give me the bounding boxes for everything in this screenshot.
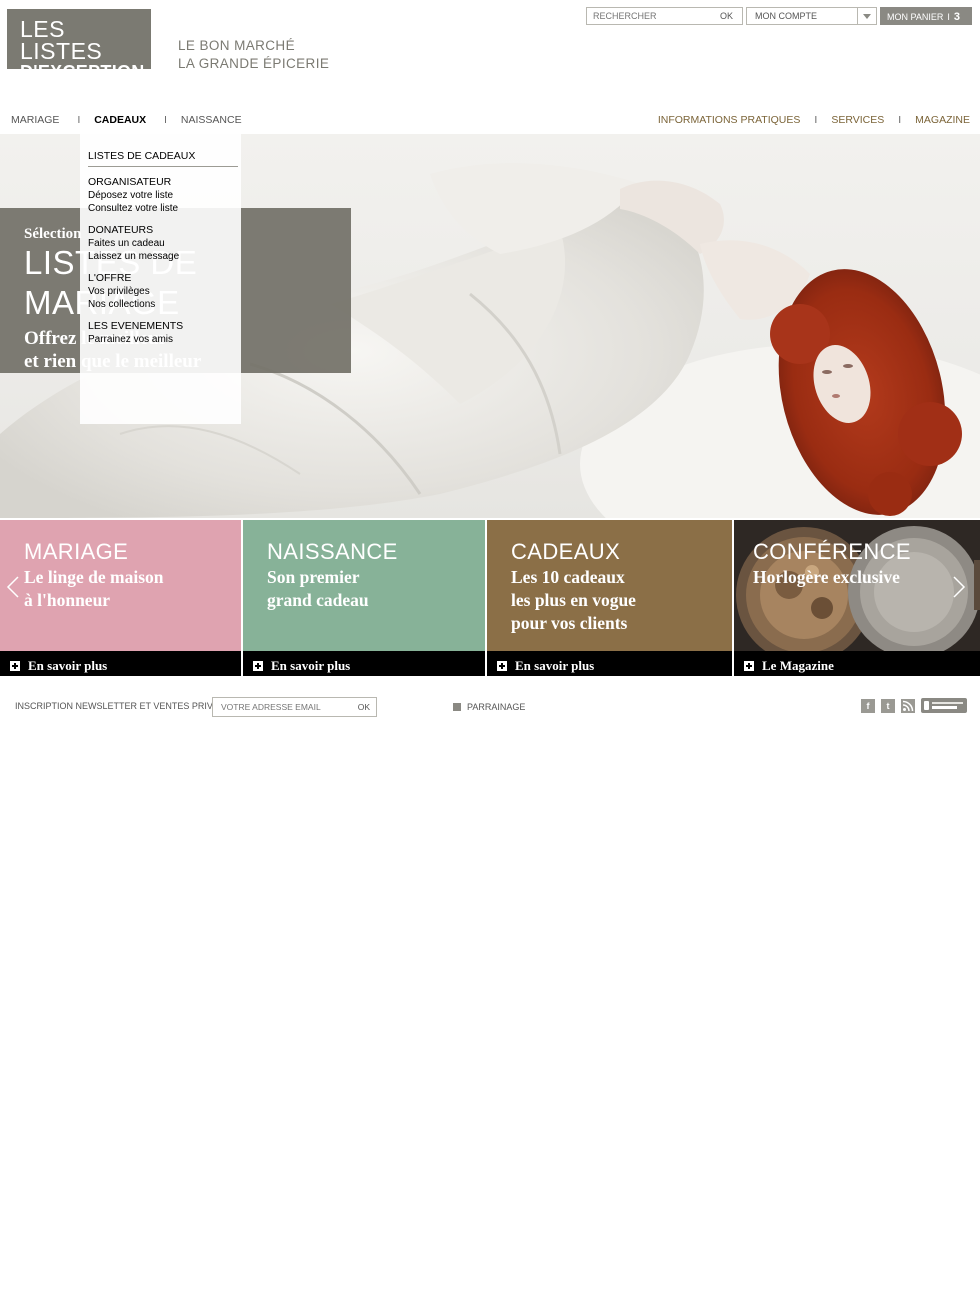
chevron-left-icon[interactable] [6, 576, 20, 598]
tile-sub-line: Son premier [267, 567, 360, 587]
tile-sub-line: les plus en vogue [511, 590, 636, 610]
logo-line1: LES LISTES [20, 16, 103, 64]
dropdown-link-parrainez[interactable]: Parrainez vos amis [88, 333, 241, 346]
cadeaux-dropdown-menu: LISTES DE CADEAUX ORGANISATEUR Déposez v… [80, 134, 241, 424]
nav-separator: I [77, 114, 81, 126]
tile-conference[interactable]: CONFÉRENCE Horlogère exclusive Le Magazi… [734, 520, 980, 676]
newsletter-label: INSCRIPTION NEWSLETTER ET VENTES PRIVÉES [15, 701, 231, 711]
dropdown-group-evenements: LES EVENEMENTS Parrainez vos amis [88, 320, 241, 346]
store-names: LE BON MARCHÉ LA GRANDE ÉPICERIE [178, 37, 329, 73]
tile-title: CADEAUX [511, 539, 621, 564]
parrainage-link[interactable]: PARRAINAGE [453, 702, 525, 712]
chevron-right-icon[interactable] [952, 576, 966, 598]
dropdown-link-privileges[interactable]: Vos privilèges [88, 285, 241, 298]
dropdown-group-title[interactable]: DONATEURS [88, 224, 241, 237]
dropdown-link-consultez[interactable]: Consultez votre liste [88, 202, 241, 215]
tile-cadeaux[interactable]: CADEAUX Les 10 cadeaux les plus en vogue… [487, 520, 732, 676]
dropdown-head-listes-de-cadeaux[interactable]: LISTES DE CADEAUX [88, 150, 238, 167]
store-name-bon-marche[interactable]: LE BON MARCHÉ [178, 37, 329, 55]
dropdown-link-deposez[interactable]: Déposez votre liste [88, 189, 241, 202]
dropdown-group-offre: L'OFFRE Vos privilèges Nos collections [88, 272, 241, 311]
main-nav-left: MARIAGE I CADEAUX I NAISSANCE [11, 114, 242, 126]
dropdown-group-title[interactable]: L'OFFRE [88, 272, 241, 285]
facebook-icon[interactable]: f [861, 698, 875, 713]
store-name-grande-epicerie[interactable]: LA GRANDE ÉPICERIE [178, 55, 329, 73]
nav-item-magazine[interactable]: MAGAZINE [915, 114, 970, 126]
twitter-icon[interactable]: t [881, 698, 895, 713]
social-links: f t [855, 698, 967, 713]
search-ok-button[interactable]: OK [720, 11, 733, 21]
dropdown-link-faites-un-cadeau[interactable]: Faites un cadeau [88, 237, 241, 250]
tile-body: CONFÉRENCE Horlogère exclusive [734, 520, 980, 651]
site-logo[interactable]: LES LISTES D'EXCEPTION [7, 9, 151, 82]
plus-icon [497, 660, 507, 671]
tile-sub-line: Le linge de maison [24, 567, 164, 587]
dropdown-group-title[interactable]: LES EVENEMENTS [88, 320, 241, 333]
tile-sub-line: à l'honneur [24, 590, 111, 610]
search-input[interactable] [587, 8, 707, 24]
chevron-down-icon[interactable] [857, 8, 876, 24]
dropdown-group-title[interactable]: ORGANISATEUR [88, 176, 241, 189]
tile-link-en-savoir-plus[interactable]: En savoir plus [487, 651, 732, 676]
tile-link-label: En savoir plus [271, 657, 351, 673]
dropdown-link-collections[interactable]: Nos collections [88, 298, 241, 311]
nav-item-services[interactable]: SERVICES [831, 114, 884, 126]
feature-tiles: MARIAGE Le linge de maison à l'honneur E… [0, 520, 980, 676]
cart-label: MON PANIER [887, 12, 944, 22]
tile-title: MARIAGE [24, 539, 129, 564]
tile-title: CONFÉRENCE [753, 539, 912, 564]
plus-icon [253, 660, 263, 671]
tile-link-en-savoir-plus[interactable]: En savoir plus [0, 651, 241, 676]
parrainage-label: PARRAINAGE [467, 702, 526, 712]
tile-link-label: Le Magazine [762, 657, 834, 673]
plus-icon [10, 660, 20, 671]
account-label: MON COMPTE [755, 11, 817, 21]
tile-body: MARIAGE Le linge de maison à l'honneur [0, 520, 241, 651]
nav-item-naissance[interactable]: NAISSANCE [181, 114, 242, 126]
tile-link-label: En savoir plus [28, 657, 108, 673]
tile-link-label: En savoir plus [515, 657, 595, 673]
nav-separator: I [814, 114, 818, 126]
nav-item-cadeaux[interactable]: CADEAUX [94, 114, 146, 126]
rss-icon[interactable] [901, 698, 915, 713]
cart-count: 3 [953, 11, 960, 23]
tile-link-le-magazine[interactable]: Le Magazine [734, 651, 980, 676]
app-store-badge[interactable] [921, 698, 967, 713]
newsletter-form: OK [212, 697, 377, 717]
logo-line2: D'EXCEPTION [20, 62, 145, 82]
dropdown-group-organisateur: ORGANISATEUR Déposez votre liste Consult… [88, 176, 241, 215]
footer-bar: INSCRIPTION NEWSLETTER ET VENTES PRIVÉES… [0, 694, 980, 724]
nav-item-mariage[interactable]: MARIAGE [11, 114, 59, 126]
tile-naissance[interactable]: NAISSANCE Son premier grand cadeau En sa… [243, 520, 485, 676]
tile-sub-line: pour vos clients [511, 613, 628, 633]
nav-separator: I [164, 114, 167, 126]
nav-item-informations-pratiques[interactable]: INFORMATIONS PRATIQUES [658, 114, 801, 126]
search-box: OK [586, 7, 743, 25]
tile-sub-line: grand cadeau [267, 590, 369, 610]
nav-separator: I [898, 114, 902, 126]
tile-mariage[interactable]: MARIAGE Le linge de maison à l'honneur E… [0, 520, 241, 676]
dropdown-link-laissez-un-message[interactable]: Laissez un message [88, 250, 241, 263]
cart-separator: I [947, 12, 950, 22]
tile-title: NAISSANCE [267, 539, 398, 564]
plus-icon [744, 660, 754, 671]
square-bullet-icon [453, 703, 461, 711]
tile-body: CADEAUX Les 10 cadeaux les plus en vogue… [487, 520, 732, 651]
account-select[interactable]: MON COMPTE [746, 7, 877, 25]
newsletter-ok-button[interactable]: OK [358, 702, 370, 712]
tile-sub-line: Les 10 cadeaux [511, 567, 625, 587]
tile-sub-line: Horlogère exclusive [753, 567, 900, 587]
tile-body: NAISSANCE Son premier grand cadeau [243, 520, 485, 651]
cart-button[interactable]: MON PANIER I 3 [880, 7, 972, 25]
dropdown-group-donateurs: DONATEURS Faites un cadeau Laissez un me… [88, 224, 241, 263]
main-nav-right: INFORMATIONS PRATIQUES I SERVICES I MAGA… [658, 114, 970, 126]
email-input[interactable] [213, 698, 345, 716]
tile-link-en-savoir-plus[interactable]: En savoir plus [243, 651, 485, 676]
